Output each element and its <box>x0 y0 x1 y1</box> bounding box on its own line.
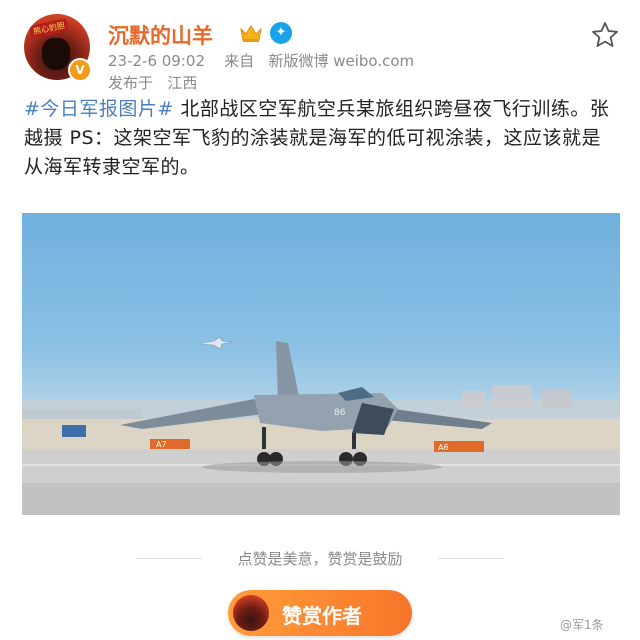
reward-slogan: 点赞是美意，赞赏是鼓励 <box>237 550 403 568</box>
distant-aircraft <box>201 336 233 350</box>
watermark: @军1条 <box>560 618 604 632</box>
username[interactable]: 沉默的山羊 <box>108 20 213 50</box>
sign-right-label: A6 <box>438 443 449 452</box>
post-location: 发布于 江西 <box>108 72 197 93</box>
crown-icon[interactable] <box>239 23 263 43</box>
runway-sign-blue <box>62 425 86 437</box>
post-meta: 23-2-6 09:02 来自 新版微博 weibo.com <box>108 50 414 71</box>
divider-right <box>438 558 504 559</box>
divider-left <box>136 558 202 559</box>
member-badge-icon: V <box>68 58 92 82</box>
sign-left-label: A7 <box>156 440 167 449</box>
avatar-figure <box>42 38 70 70</box>
hashtag-link[interactable]: #今日军报图片# <box>24 98 174 120</box>
reward-author-button[interactable]: 赞赏作者 <box>228 590 412 636</box>
star-icon[interactable] <box>590 20 620 50</box>
post-text: #今日军报图片# 北部战区空军航空兵某旅组织跨昼夜飞行训练。张 越摄 PS：这架… <box>24 95 620 182</box>
location-value: 江西 <box>167 74 198 92</box>
photo-scene: A7 A6 86 <box>22 336 620 515</box>
location-prefix: 发布于 <box>108 74 154 92</box>
post-photo[interactable]: A7 A6 86 <box>22 213 620 515</box>
timestamp: 23-2-6 09:02 <box>108 52 205 70</box>
source-link[interactable]: 新版微博 weibo.com <box>268 52 414 70</box>
verified-icon[interactable]: ✦ <box>270 22 292 44</box>
nose-number: 86 <box>334 408 346 418</box>
reward-avatar <box>233 595 269 631</box>
avatar-tag: 熊心豹胆 <box>29 18 69 39</box>
source-prefix: 来自 <box>224 52 255 70</box>
reward-button-label: 赞赏作者 <box>282 604 362 628</box>
